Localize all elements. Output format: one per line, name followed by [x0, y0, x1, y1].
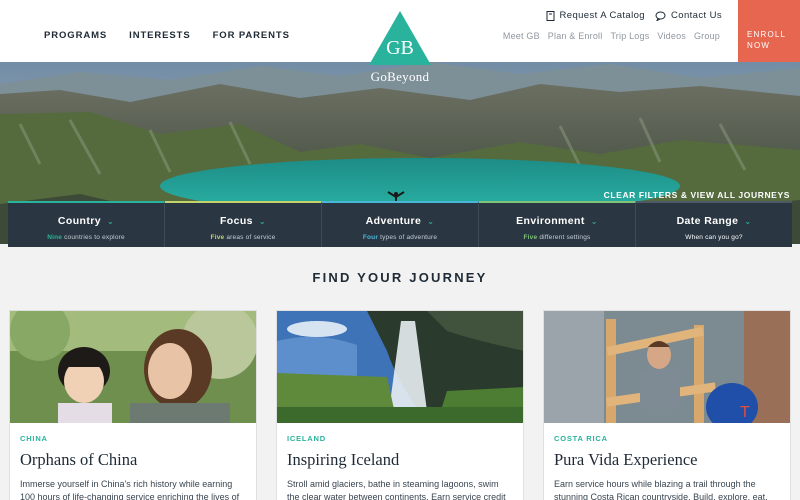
filter-environment[interactable]: Environment ⌄ Five different settings: [479, 201, 636, 247]
journey-card-country: COSTA RICA: [554, 434, 608, 443]
catalog-icon: [546, 10, 554, 21]
chevron-down-icon: ⌄: [590, 217, 598, 226]
nav-trip-logs[interactable]: Trip Logs: [610, 31, 649, 41]
filter-focus-title: Focus: [219, 215, 253, 227]
filter-country-title: Country: [57, 215, 101, 227]
nav-group[interactable]: Group: [694, 31, 720, 41]
utility-nav: Request A Catalog Contact Us: [536, 10, 723, 21]
filter-country[interactable]: Country ⌄ Nine countries to explore: [8, 201, 165, 247]
section-title: FIND YOUR JOURNEY: [312, 270, 488, 285]
primary-nav: PROGRAMS INTERESTS FOR PARENTS: [44, 30, 312, 41]
filter-focus-subtitle: areas of service: [224, 234, 276, 241]
filter-country-count: Nine: [47, 234, 63, 241]
request-catalog-label: Request A Catalog: [559, 10, 645, 21]
contact-us-link[interactable]: Contact Us: [655, 10, 722, 21]
chevron-down-icon: ⌄: [106, 217, 115, 226]
journey-card-description: Stroll amid glaciers, bathe in steaming …: [287, 479, 506, 500]
nav-meet-gb[interactable]: Meet GB: [503, 31, 540, 41]
journey-card-china[interactable]: CHINA Orphans of China Immerse yourself …: [9, 310, 257, 500]
filter-country-subtitle: countries to explore: [62, 234, 125, 241]
nav-for-parents[interactable]: FOR PARENTS: [213, 30, 290, 41]
journey-card-image: [277, 311, 523, 423]
site-logo[interactable]: GB GoBeyond: [364, 10, 436, 88]
enroll-now-button[interactable]: ENROLL NOW: [738, 0, 800, 62]
contact-us-label: Contact Us: [671, 10, 722, 21]
journey-filter-bar: Country ⌄ Nine countries to explore Focus…: [8, 201, 792, 247]
filter-environment-count: Five: [523, 234, 538, 241]
journey-card-description: Immerse yourself in China's rich history…: [20, 479, 240, 500]
request-catalog-link[interactable]: Request A Catalog: [546, 10, 646, 21]
journey-card-description: Earn service hours while blazing a trail…: [554, 479, 768, 500]
chevron-down-icon: ⌄: [427, 217, 435, 226]
journey-card-title[interactable]: Pura Vida Experience: [554, 450, 780, 470]
journey-card-image: T: [544, 311, 790, 423]
nav-plan-enroll[interactable]: Plan & Enroll: [548, 31, 603, 41]
logo-name: GoBeyond: [370, 69, 430, 84]
journey-card-title[interactable]: Orphans of China: [20, 450, 246, 470]
journey-card-country: ICELAND: [287, 434, 326, 443]
nav-videos[interactable]: Videos: [657, 31, 686, 41]
secondary-nav: Meet GB Plan & Enroll Trip Logs Videos G…: [495, 31, 720, 41]
chevron-down-icon: ⌄: [744, 217, 752, 226]
filter-focus-count: Five: [210, 234, 225, 241]
filter-date-range-subtitle: When can you go?: [685, 234, 743, 241]
filter-adventure-subtitle: types of adventure: [378, 234, 438, 241]
journey-card-costa-rica[interactable]: T COSTA RICA Pura Vida Experience Earn s…: [543, 310, 791, 500]
clear-filters-link[interactable]: CLEAR FILTERS & VIEW ALL JOURNEYS: [604, 190, 790, 200]
journey-card-image: [10, 311, 256, 423]
filter-focus[interactable]: Focus ⌄ Five areas of service: [165, 201, 322, 247]
nav-interests[interactable]: INTERESTS: [129, 30, 190, 41]
logo-triangle-icon: GB: [369, 11, 431, 65]
filter-date-range[interactable]: Date Range ⌄ When can you go?: [636, 201, 792, 247]
filter-adventure-count: Four: [362, 234, 379, 241]
journey-card-iceland[interactable]: ICELAND Inspiring Iceland Stroll amid gl…: [276, 310, 524, 500]
svg-text:T: T: [740, 404, 750, 421]
filter-environment-title: Environment: [516, 215, 585, 227]
logo-monogram: GB: [386, 37, 414, 59]
journey-card-title[interactable]: Inspiring Iceland: [287, 450, 513, 470]
chevron-down-icon: ⌄: [258, 217, 267, 226]
filter-adventure-title: Adventure: [365, 215, 422, 227]
filter-environment-subtitle: different settings: [537, 234, 591, 241]
journey-card-country: CHINA: [20, 434, 48, 443]
filter-date-range-title: Date Range: [676, 215, 739, 227]
chat-icon: [655, 11, 666, 21]
filter-adventure[interactable]: Adventure ⌄ Four types of adventure: [322, 201, 479, 247]
nav-programs[interactable]: PROGRAMS: [44, 30, 107, 41]
